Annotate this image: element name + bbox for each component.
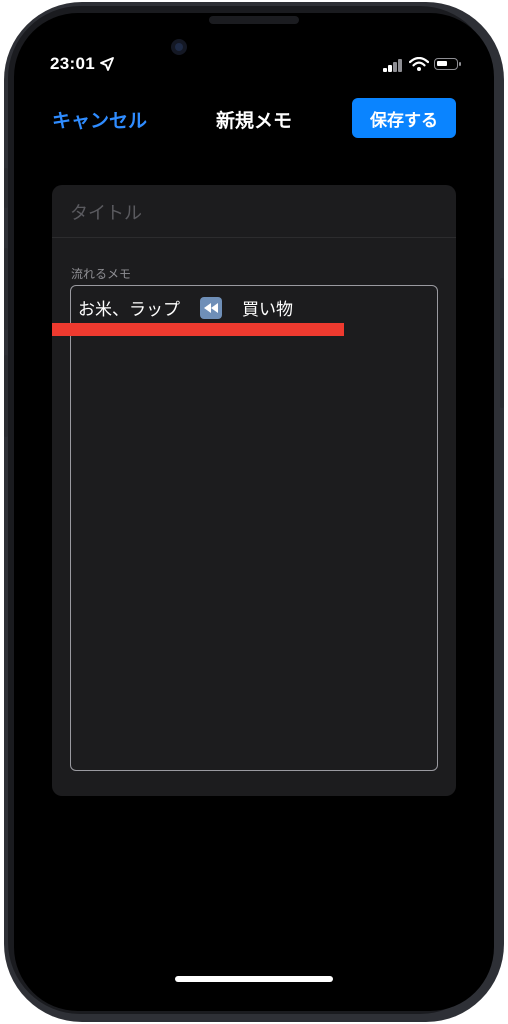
battery-icon bbox=[434, 58, 458, 70]
memo-label: 流れるメモ bbox=[71, 267, 132, 281]
speaker-grille bbox=[209, 16, 299, 24]
highlight-bar bbox=[52, 323, 344, 336]
memo-text-before: お米、ラップ bbox=[78, 300, 180, 320]
memo-text-after: 買い物 bbox=[242, 300, 293, 320]
power-button bbox=[500, 278, 504, 408]
save-button[interactable]: 保存する bbox=[352, 98, 456, 138]
battery-cap bbox=[459, 62, 461, 66]
cancel-button[interactable]: キャンセル bbox=[52, 106, 147, 133]
volume-down-button bbox=[4, 355, 8, 437]
front-camera bbox=[171, 39, 187, 55]
divider bbox=[52, 237, 456, 238]
volume-up-button bbox=[4, 248, 8, 330]
wifi-icon bbox=[409, 57, 429, 71]
status-time: 23:01 bbox=[50, 54, 95, 73]
signal-bars-icon bbox=[383, 59, 403, 72]
home-indicator[interactable] bbox=[175, 976, 333, 982]
rewind-icon bbox=[200, 296, 222, 319]
memo-textarea[interactable]: お米、ラップ 買い物 bbox=[70, 285, 438, 771]
memo-form-card: 流れるメモ お米、ラップ 買い物 bbox=[52, 185, 456, 796]
memo-text-line: お米、ラップ 買い物 bbox=[78, 295, 293, 320]
title-input[interactable] bbox=[70, 199, 430, 227]
page-title: 新規メモ bbox=[215, 110, 293, 132]
location-arrow-icon bbox=[100, 57, 114, 71]
action-button bbox=[4, 168, 8, 208]
